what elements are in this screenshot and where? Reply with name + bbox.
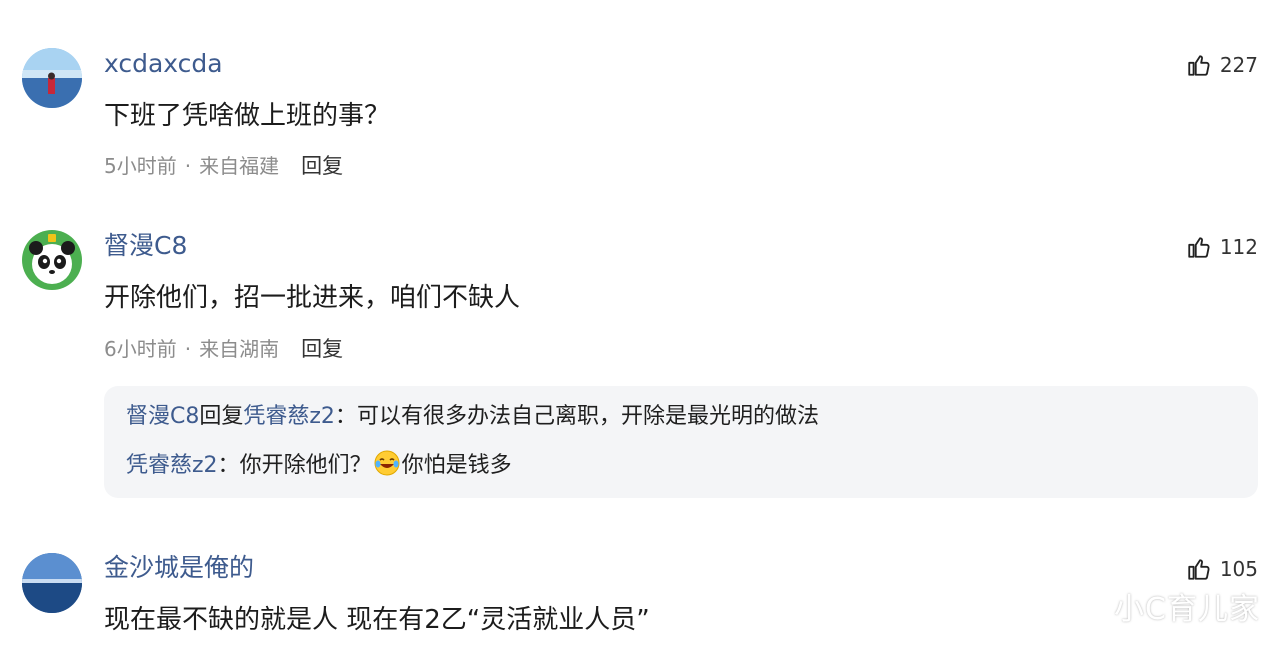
lake-avatar-icon	[22, 553, 82, 613]
comment-text: 现在最不缺的就是人 现在有2乙“灵活就业人员”	[104, 605, 650, 635]
landscape-avatar-icon	[22, 48, 82, 108]
like-count: 112	[1219, 235, 1258, 259]
reply-text: 你怕是钱多	[401, 453, 512, 478]
meta-separator: ·	[184, 154, 192, 178]
like-button[interactable]: 227	[1186, 52, 1258, 78]
comment-meta: 5小时前 · 来自福建 回复	[104, 152, 343, 180]
comment-text: 下班了凭啥做上班的事？	[104, 101, 391, 131]
meta-separator: ·	[184, 337, 192, 361]
reply-author[interactable]: 凭睿慈z2	[126, 453, 218, 478]
reply-button[interactable]: 回复	[301, 335, 343, 363]
comment-meta: 6小时前 · 来自湖南 回复	[104, 335, 343, 363]
comment-text: 开除他们，招一批进来，咱们不缺人	[104, 283, 521, 313]
username[interactable]: xcdaxcda	[104, 48, 223, 80]
reply-colon: ：	[334, 404, 357, 429]
sub-reply-box[interactable]: 督漫C8回复凭睿慈z2：可以有很多办法自己离职，开除是最光明的做法 凭睿慈z2：…	[104, 386, 1258, 498]
user-avatar[interactable]	[22, 48, 82, 108]
comment-location: 来自湖南	[199, 337, 280, 361]
comment-location: 来自福建	[199, 154, 280, 178]
panda-avatar-icon	[22, 230, 82, 290]
reply-text: 你开除他们？	[239, 453, 372, 478]
like-count: 227	[1219, 53, 1258, 77]
username[interactable]: 督漫C8	[104, 230, 187, 262]
watermark: 小C育儿家	[1114, 592, 1260, 627]
like-count: 105	[1219, 557, 1258, 581]
reply-colon: ：	[217, 453, 240, 478]
reply-word: 回复	[199, 404, 244, 429]
comment-time: 5小时前	[104, 154, 177, 178]
like-button[interactable]: 105	[1186, 556, 1258, 582]
user-avatar[interactable]	[22, 553, 82, 613]
reply-target[interactable]: 凭睿慈z2	[243, 404, 335, 429]
sub-reply[interactable]: 凭睿慈z2：你开除他们？ 你怕是钱多	[126, 450, 512, 485]
username[interactable]: 金沙城是俺的	[104, 552, 254, 584]
reply-text: 可以有很多办法自己离职，开除是最光明的做法	[356, 404, 819, 429]
reply-author[interactable]: 督漫C8	[126, 404, 199, 429]
reply-button[interactable]: 回复	[301, 152, 343, 180]
comment-time: 6小时前	[104, 337, 177, 361]
thumbs-up-icon	[1188, 559, 1210, 580]
thumbs-up-icon	[1188, 237, 1210, 258]
sub-reply[interactable]: 督漫C8回复凭睿慈z2：可以有很多办法自己离职，开除是最光明的做法	[126, 402, 819, 432]
like-button[interactable]: 112	[1186, 234, 1258, 260]
laughing-tears-emoji-icon	[374, 450, 400, 485]
user-avatar[interactable]	[22, 230, 82, 290]
thumbs-up-icon	[1188, 55, 1210, 76]
